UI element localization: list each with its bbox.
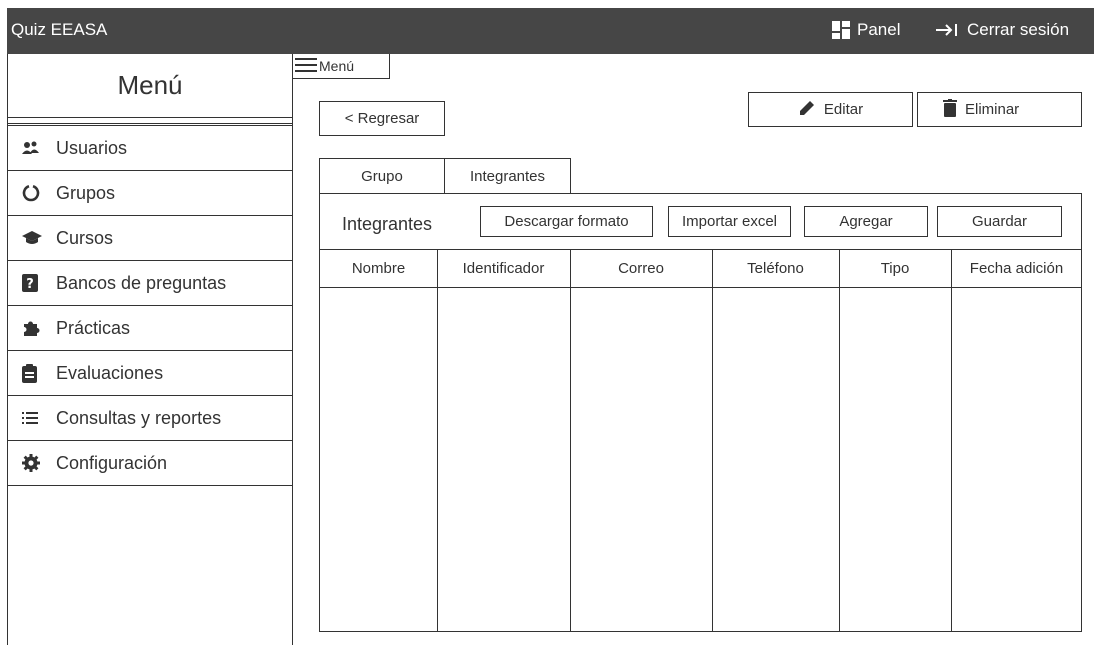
hamburger-icon — [295, 57, 319, 76]
sidebar-item-label: Cursos — [56, 227, 114, 248]
column-header-tipo[interactable]: Tipo — [839, 250, 951, 287]
users-icon — [22, 138, 46, 158]
download-template-button[interactable]: Descargar formato — [480, 206, 653, 237]
panel-link[interactable]: Panel — [832, 20, 900, 40]
sidebar-item-configuracion[interactable]: Configuración — [8, 441, 292, 486]
column-divider — [437, 249, 438, 632]
sidebar-item-label: Prácticas — [56, 317, 131, 338]
edit-button-label: Editar — [823, 101, 864, 118]
column-header-correo[interactable]: Correo — [570, 250, 712, 287]
column-header-identificador[interactable]: Identificador — [437, 250, 570, 287]
table-header-divider — [320, 287, 1081, 288]
column-divider — [839, 249, 840, 632]
svg-text:?: ? — [26, 277, 34, 292]
clipboard-icon — [22, 363, 46, 383]
gear-icon — [22, 453, 46, 473]
back-button-label: < Regresar — [344, 110, 420, 127]
add-member-button[interactable]: Agregar — [804, 206, 928, 237]
sign-out-icon — [935, 22, 959, 38]
import-excel-label: Importar excel — [681, 213, 778, 230]
tab-label: Grupo — [361, 168, 403, 185]
logout-label: Cerrar sesión — [967, 20, 1070, 39]
sidebar-item-consultas[interactable]: Consultas y reportes — [8, 396, 292, 441]
members-panel: Integrantes Descargar formato Importar e… — [319, 193, 1082, 632]
sidebar-item-label: Bancos de preguntas — [56, 272, 227, 293]
logout-link[interactable]: Cerrar sesión — [935, 20, 1069, 40]
delete-button[interactable]: Eliminar — [917, 92, 1082, 127]
graduation-cap-icon — [22, 228, 46, 248]
circle-notch-icon — [22, 183, 46, 203]
list-icon — [22, 408, 46, 428]
tab-integrantes[interactable]: Integrantes — [444, 158, 571, 194]
sidebar-item-label: Grupos — [56, 182, 116, 203]
tab-grupo[interactable]: Grupo — [319, 158, 445, 194]
trash-icon — [943, 98, 965, 121]
question-square-icon: ? — [22, 273, 46, 293]
pencil-icon — [798, 99, 824, 121]
sidebar-item-bancos[interactable]: ? Bancos de preguntas — [8, 261, 292, 306]
add-member-label: Agregar — [839, 213, 893, 230]
save-button[interactable]: Guardar — [937, 206, 1062, 237]
column-divider — [712, 249, 713, 632]
sidebar-item-label: Consultas y reportes — [56, 407, 222, 428]
download-template-label: Descargar formato — [504, 213, 629, 230]
menu-toggle-button[interactable]: Menú — [293, 54, 390, 79]
edit-button[interactable]: Editar — [748, 92, 913, 127]
sidebar-item-usuarios[interactable]: Usuarios — [8, 126, 292, 171]
top-bar: Quiz EEASA Panel Cerrar sesión — [7, 8, 1094, 54]
column-header-telefono[interactable]: Teléfono — [712, 250, 839, 287]
column-divider — [570, 249, 571, 632]
back-button[interactable]: < Regresar — [319, 101, 445, 136]
sidebar-title: Menú — [8, 54, 292, 118]
sidebar-item-grupos[interactable]: Grupos — [8, 171, 292, 216]
sidebar-item-label: Configuración — [56, 452, 168, 473]
panel-label: Panel — [857, 20, 901, 39]
app-title: Quiz EEASA — [11, 20, 108, 39]
column-divider — [951, 249, 952, 632]
tab-label: Integrantes — [469, 168, 546, 185]
sidebar-item-cursos[interactable]: Cursos — [8, 216, 292, 261]
puzzle-icon — [22, 318, 46, 338]
sidebar-item-label: Evaluaciones — [56, 362, 164, 383]
save-label: Guardar — [971, 213, 1028, 230]
column-header-fecha-adicion[interactable]: Fecha adición — [951, 250, 1082, 287]
menu-toggle-label: Menú — [319, 58, 355, 74]
dashboard-icon — [832, 21, 850, 39]
import-excel-button[interactable]: Importar excel — [668, 206, 791, 237]
sidebar-item-label: Usuarios — [56, 137, 128, 158]
sidebar: Menú Usuarios Grupos Cursos ? Bancos de … — [7, 54, 293, 645]
sidebar-item-practicas[interactable]: Prácticas — [8, 306, 292, 351]
sidebar-item-evaluaciones[interactable]: Evaluaciones — [8, 351, 292, 396]
members-title: Integrantes — [342, 214, 433, 234]
delete-button-label: Eliminar — [965, 101, 1020, 118]
column-header-nombre[interactable]: Nombre — [320, 250, 437, 287]
